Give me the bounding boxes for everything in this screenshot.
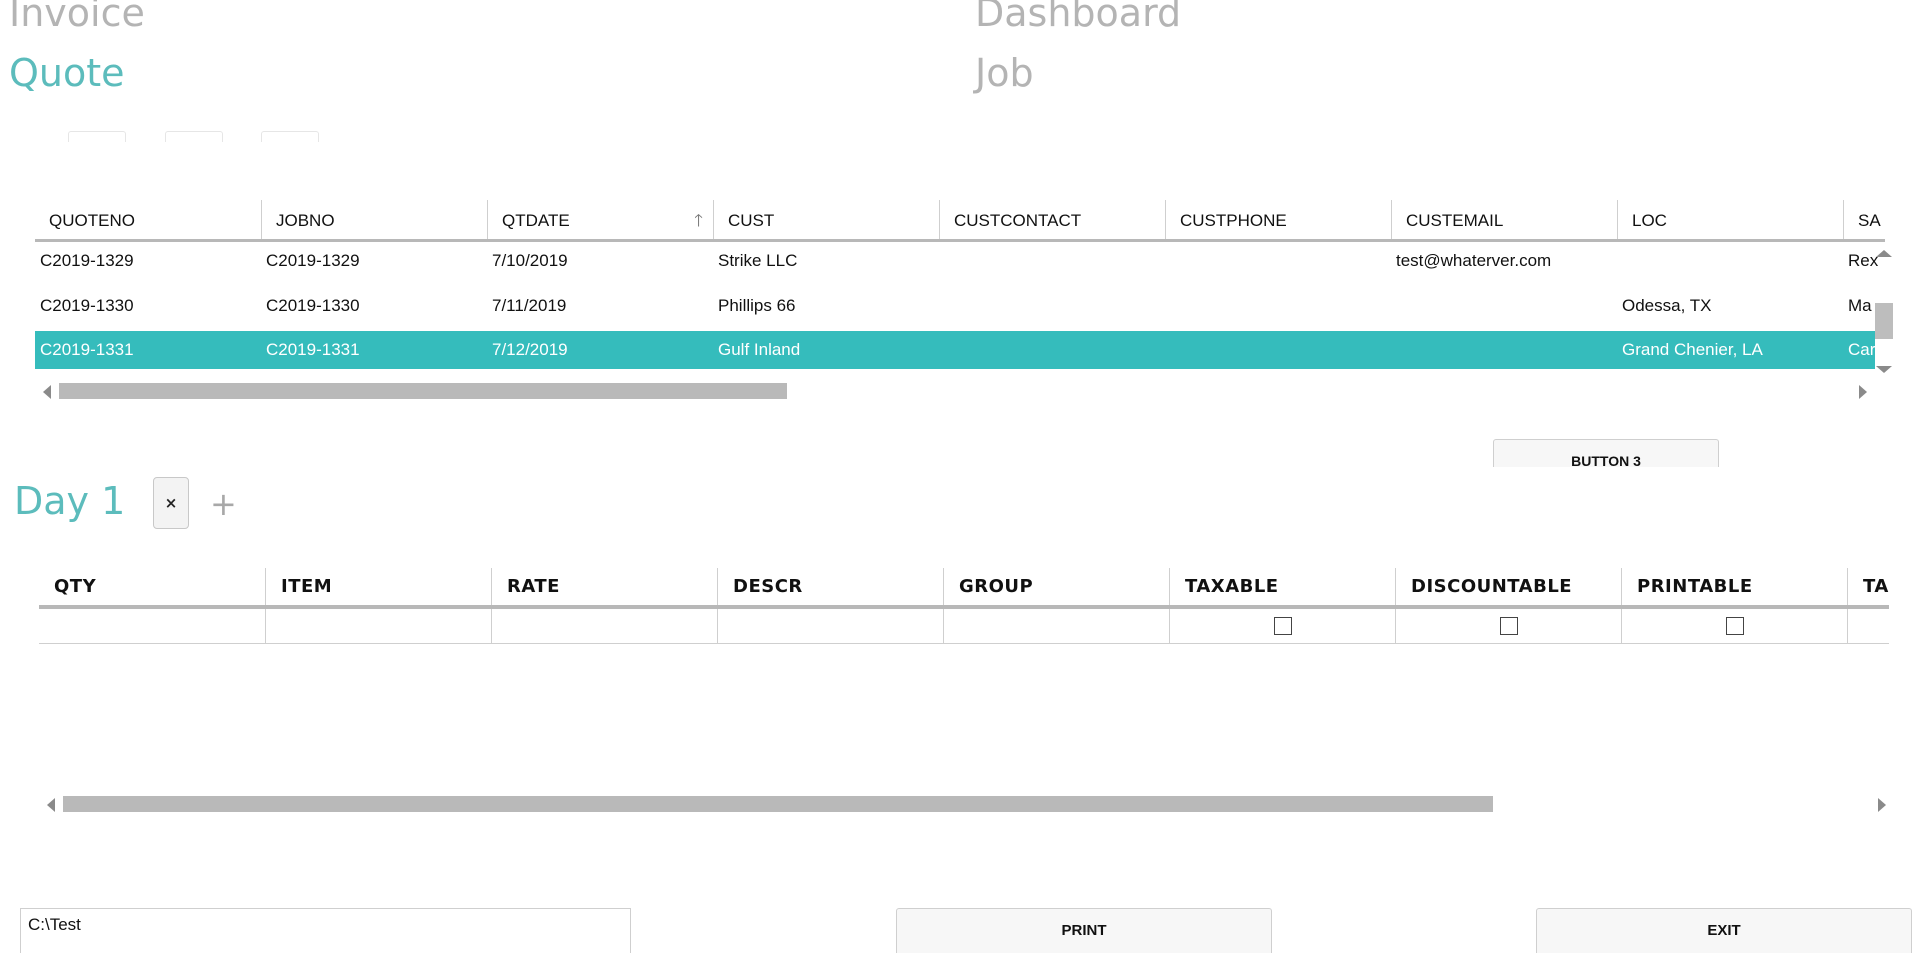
cell-discountable [1395,609,1621,643]
column-header-taxable[interactable]: TAXABLE [1169,568,1395,605]
column-header-custphone[interactable]: CUSTPHONE [1165,200,1391,239]
quotes-grid-header: QUOTENO JOBNO QTDATE 🡑 CUST CUSTCONTACT … [35,200,1885,242]
cell-qtdate: 7/10/2019 [492,251,568,270]
cell-qtdate: 7/11/2019 [492,296,567,315]
table-row-partial[interactable] [35,374,1875,382]
column-header-qty[interactable]: QTY [39,568,265,605]
horizontal-scrollbar-thumb[interactable] [63,796,1493,812]
items-grid-header: QTY ITEM RATE DESCR GROUP TAXABLE DISCOU… [39,568,1889,609]
cell-cust: Gulf Inland [718,340,801,359]
cell-cust: Strike LLC [718,251,798,270]
cell-jobno: C2019-1331 [266,340,360,359]
tab-day-1[interactable]: Day 1 [14,482,125,520]
column-header-printable[interactable]: PRINTABLE [1621,568,1847,605]
scroll-up-arrow-icon[interactable] [1876,250,1892,257]
cell-jobno: C2019-1330 [266,296,360,315]
column-header-group[interactable]: GROUP [943,568,1169,605]
column-header-custemail[interactable]: CUSTEMAIL [1391,200,1617,239]
hidden-tab-1[interactable] [68,131,126,142]
table-row[interactable]: C2019-1329 C2019-1329 7/10/2019 Strike L… [35,242,1878,280]
hidden-tab-2[interactable] [165,131,223,142]
nav-dashboard[interactable]: Dashboard [975,0,1181,32]
cell-group[interactable] [943,609,1169,643]
table-row[interactable]: C2019-1330 C2019-1330 7/11/2019 Phillips… [35,287,1875,325]
column-header-qtdate-label: QTDATE [502,211,570,230]
column-header-rate[interactable]: RATE [491,568,717,605]
close-tab-icon[interactable]: × [153,477,189,529]
column-header-descr[interactable]: DESCR [717,568,943,605]
cell-sa: Rex [1848,251,1879,270]
scroll-left-arrow-icon[interactable] [47,798,55,812]
column-header-ta[interactable]: TA [1847,568,1889,605]
printable-checkbox[interactable] [1726,617,1744,635]
add-tab-icon[interactable]: + [210,488,237,520]
cell-loc: Grand Chenier, LA [1622,340,1763,359]
nav-quote[interactable]: Quote [9,54,125,92]
cell-ta[interactable] [1847,609,1889,643]
cell-taxable [1169,609,1395,643]
cell-descr[interactable] [717,609,943,643]
new-item-row[interactable] [39,609,1889,644]
cell-jobno: C2019-1329 [266,251,360,270]
path-input[interactable] [20,908,631,953]
column-header-custcontact[interactable]: CUSTCONTACT [939,200,1165,239]
column-header-item[interactable]: ITEM [265,568,491,605]
column-header-jobno[interactable]: JOBNO [261,200,487,239]
cell-quoteno: C2019-1331 [40,340,134,359]
sort-up-arrow-icon: 🡑 [694,211,703,230]
column-header-cust[interactable]: CUST [713,200,939,239]
exit-button[interactable]: EXIT [1536,908,1912,953]
column-header-sa[interactable]: SA [1843,200,1885,239]
cell-quoteno: C2019-1330 [40,296,134,315]
cell-printable [1621,609,1847,643]
cell-cust: Phillips 66 [718,296,796,315]
nav-invoice[interactable]: Invoice [9,0,145,32]
cell-item[interactable] [265,609,491,643]
quotes-grid: QUOTENO JOBNO QTDATE 🡑 CUST CUSTCONTACT … [35,200,1885,410]
scroll-down-arrow-icon[interactable] [1876,366,1892,373]
cell-qty[interactable] [39,609,265,643]
cell-custemail: test@whaterver.com [1396,251,1552,270]
horizontal-scrollbar-thumb[interactable] [59,383,787,399]
cell-rate[interactable] [491,609,717,643]
button-3[interactable]: BUTTON 3 [1493,439,1719,469]
taxable-checkbox[interactable] [1274,617,1292,635]
table-row-selected[interactable]: C2019-1331 C2019-1331 7/12/2019 Gulf Inl… [35,331,1875,369]
cell-qtdate: 7/12/2019 [492,340,568,359]
scroll-left-arrow-icon[interactable] [43,385,51,399]
hidden-tab-3[interactable] [261,131,319,142]
column-header-qtdate[interactable]: QTDATE 🡑 [487,200,713,239]
column-header-discountable[interactable]: DISCOUNTABLE [1395,568,1621,605]
scroll-right-arrow-icon[interactable] [1878,798,1886,812]
scroll-right-arrow-icon[interactable] [1859,385,1867,399]
cell-loc: Odessa, TX [1622,296,1712,315]
nav-job[interactable]: Job [975,54,1034,92]
column-header-loc[interactable]: LOC [1617,200,1843,239]
print-button[interactable]: PRINT [896,908,1272,953]
discountable-checkbox[interactable] [1500,617,1518,635]
vertical-scrollbar-thumb[interactable] [1875,303,1893,339]
cell-quoteno: C2019-1329 [40,251,134,270]
column-header-quoteno[interactable]: QUOTENO [35,200,261,239]
